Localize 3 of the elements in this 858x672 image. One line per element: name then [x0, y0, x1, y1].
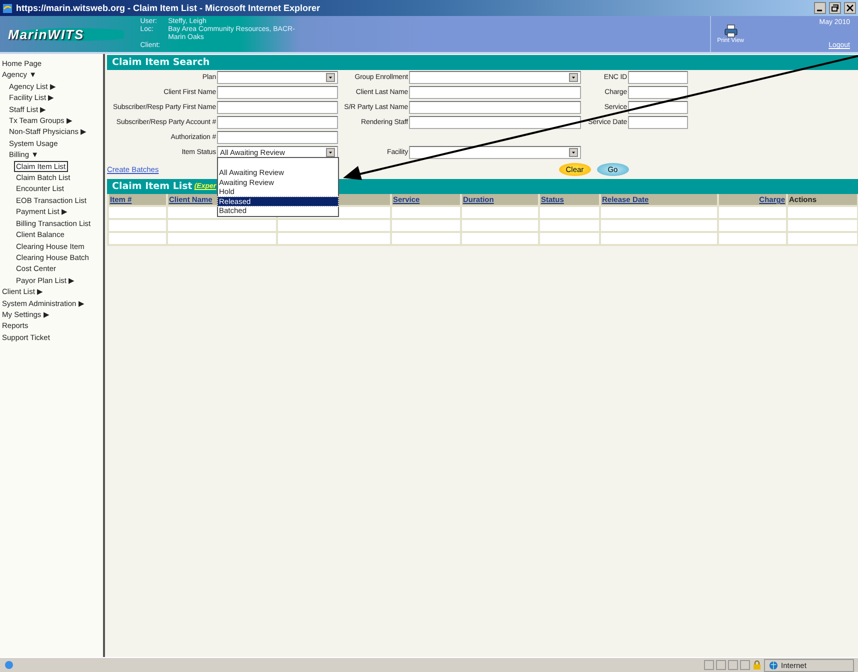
section-title: Claim Item Search — [112, 57, 210, 68]
window-title: https://marin.witsweb.org - Claim Item List - Microsoft Internet Explorer — [16, 3, 322, 13]
section-title: Claim Item List — [112, 181, 192, 192]
